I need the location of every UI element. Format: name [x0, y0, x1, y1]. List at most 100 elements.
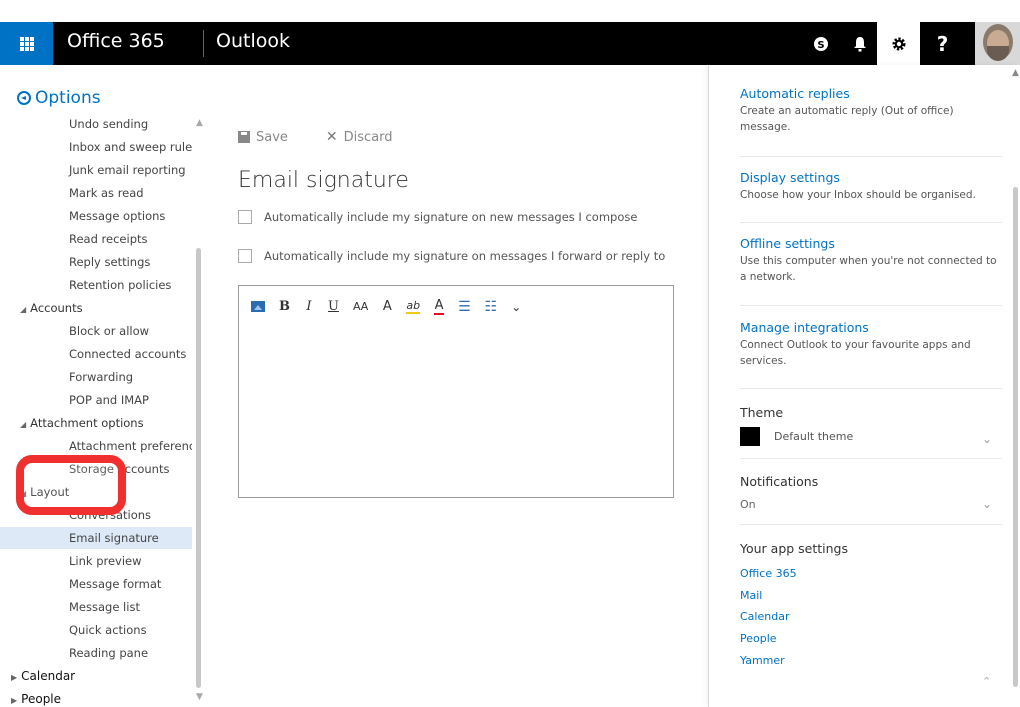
nav-item-calendar[interactable]: ▶ Calendar: [0, 665, 192, 687]
app-link-mail[interactable]: Mail: [740, 589, 762, 602]
top-margin: [0, 0, 1020, 22]
nav-item-forwarding[interactable]: Forwarding: [0, 366, 192, 388]
nav-item-mark-as-read[interactable]: Mark as read: [0, 182, 192, 204]
insert-image-icon[interactable]: [251, 301, 265, 312]
brand-name[interactable]: Office 365: [67, 30, 165, 52]
app-name[interactable]: Outlook: [216, 30, 290, 52]
manage-integrations-link[interactable]: Manage integrations: [740, 320, 1002, 335]
forward-reply-checkbox[interactable]: [238, 249, 252, 263]
nav-item-label: Junk email reporting: [69, 163, 186, 177]
nav-scrollbar[interactable]: [196, 248, 201, 688]
nav-item-read-receipts[interactable]: Read receipts: [0, 228, 192, 250]
nav-item-label: Undo sending: [69, 117, 149, 131]
forward-reply-option[interactable]: Automatically include my signature on me…: [238, 249, 665, 263]
theme-selector[interactable]: Default theme: [740, 427, 853, 446]
discard-button[interactable]: ✕ Discard: [326, 129, 393, 145]
manage-integrations-desc: Connect Outlook to your favourite apps a…: [740, 339, 971, 367]
automatic-replies-section[interactable]: Automatic replies Create an automatic re…: [740, 86, 1002, 136]
collapsed-triangle-icon[interactable]: ▶: [11, 690, 17, 707]
theme-chevron-down-icon[interactable]: ⌄: [982, 432, 992, 446]
display-settings-section[interactable]: Display settings Choose how your Inbox s…: [740, 170, 1002, 204]
notifications-value[interactable]: On: [740, 498, 756, 511]
settings-button[interactable]: [877, 22, 920, 65]
nav-item-quick-actions[interactable]: Quick actions: [0, 619, 192, 641]
nav-item-accounts[interactable]: ◢ Accounts: [0, 297, 192, 319]
font-size-button[interactable]: AA: [353, 300, 368, 313]
decrease-font-button[interactable]: A: [382, 299, 392, 314]
nav-item-attachment-options[interactable]: ◢ Attachment options: [0, 412, 192, 434]
nav-item-label: Reply settings: [69, 255, 151, 269]
theme-heading: Theme: [740, 405, 784, 420]
offline-settings-section[interactable]: Offline settings Use this computer when …: [740, 236, 1002, 286]
new-messages-option[interactable]: Automatically include my signature on ne…: [238, 210, 637, 224]
nav-item-junk-email-reporting[interactable]: Junk email reporting: [0, 159, 192, 181]
expanded-triangle-icon[interactable]: ◢: [20, 299, 26, 319]
nav-item-inbox-and-sweep-rules[interactable]: Inbox and sweep rules: [0, 136, 192, 158]
bullet-list-icon[interactable]: ☰: [458, 299, 471, 315]
chevron-down-icon[interactable]: ⌄: [511, 300, 521, 314]
numbered-list-icon[interactable]: ☷: [485, 299, 498, 315]
nav-item-label: Connected accounts: [69, 347, 187, 361]
nav-item-message-format[interactable]: Message format: [0, 573, 192, 595]
automatic-replies-link[interactable]: Automatic replies: [740, 86, 1002, 101]
expanded-triangle-icon[interactable]: ◢: [20, 414, 26, 434]
nav-item-label: Message format: [69, 577, 162, 591]
nav-item-message-list[interactable]: Message list: [0, 596, 192, 618]
display-settings-desc: Choose how your Inbox should be organise…: [740, 189, 976, 201]
app-link-yammer[interactable]: Yammer: [740, 654, 785, 667]
nav-item-retention-policies[interactable]: Retention policies: [0, 274, 192, 296]
underline-button[interactable]: U: [328, 299, 339, 314]
nav-item-label: Retention policies: [69, 278, 172, 292]
app-link-calendar[interactable]: Calendar: [740, 610, 789, 623]
nav-item-attachment-preferences[interactable]: Attachment preferences: [0, 435, 192, 457]
nav-item-connected-accounts[interactable]: Connected accounts: [0, 343, 192, 365]
options-back-link[interactable]: Options: [17, 88, 101, 108]
highlight-annotation: [16, 455, 126, 515]
nav-item-pop-and-imap[interactable]: POP and IMAP: [0, 389, 192, 411]
notifications-heading: Notifications: [740, 474, 819, 489]
notifications-button[interactable]: [838, 22, 881, 65]
italic-button[interactable]: I: [304, 299, 314, 314]
divider: [740, 305, 1002, 306]
collapse-chevron-up-icon[interactable]: ⌃: [982, 675, 991, 688]
nav-item-undo-sending[interactable]: Undo sending: [0, 113, 192, 135]
panel-scroll-up-icon[interactable]: ▲: [1012, 68, 1019, 78]
app-launcher-button[interactable]: [0, 22, 53, 65]
help-button[interactable]: ?: [921, 22, 964, 65]
bold-button[interactable]: B: [279, 299, 290, 314]
panel-scrollbar[interactable]: [1013, 187, 1018, 687]
signature-toolbar: Save ✕ Discard: [238, 129, 393, 145]
display-settings-link[interactable]: Display settings: [740, 170, 1002, 185]
nav-scroll-up-icon[interactable]: ▲: [196, 118, 203, 128]
app-link-office365[interactable]: Office 365: [740, 567, 797, 580]
nav-item-message-options[interactable]: Message options: [0, 205, 192, 227]
nav-item-reply-settings[interactable]: Reply settings: [0, 251, 192, 273]
nav-item-email-signature[interactable]: Email signature: [0, 527, 192, 549]
save-button[interactable]: Save: [238, 129, 288, 145]
new-messages-checkbox[interactable]: [238, 210, 252, 224]
nav-item-label: Message list: [69, 600, 140, 614]
divider: [740, 388, 1002, 389]
font-color-button[interactable]: A: [434, 298, 445, 315]
nav-item-block-or-allow[interactable]: Block or allow: [0, 320, 192, 342]
offline-settings-link[interactable]: Offline settings: [740, 236, 1002, 251]
manage-integrations-section[interactable]: Manage integrations Connect Outlook to y…: [740, 320, 1002, 370]
skype-button[interactable]: S: [799, 22, 842, 65]
automatic-replies-desc: Create an automatic reply (Out of office…: [740, 105, 954, 133]
app-link-people[interactable]: People: [740, 632, 777, 645]
notifications-chevron-down-icon[interactable]: ⌄: [982, 497, 992, 511]
nav-item-label: Inbox and sweep rules: [69, 140, 192, 154]
collapsed-triangle-icon[interactable]: ▶: [11, 667, 17, 687]
user-avatar[interactable]: [975, 22, 1020, 65]
nav-item-reading-pane[interactable]: Reading pane: [0, 642, 192, 664]
options-nav: Undo sending Inbox and sweep rules Junk em…: [0, 113, 207, 707]
waffle-icon: [19, 36, 34, 51]
highlight-button[interactable]: ab: [406, 299, 421, 314]
nav-item-people[interactable]: ▶ People: [0, 688, 192, 707]
nav-scroll-down-icon[interactable]: ▼: [196, 692, 203, 702]
top-bar: Office 365 Outlook S ?: [0, 22, 1020, 65]
nav-item-link-preview[interactable]: Link preview: [0, 550, 192, 572]
nav-item-label: People: [21, 692, 62, 706]
signature-editor[interactable]: B I U AA A ab A ☰ ☷ ⌄: [238, 285, 674, 498]
divider: [740, 458, 1002, 459]
